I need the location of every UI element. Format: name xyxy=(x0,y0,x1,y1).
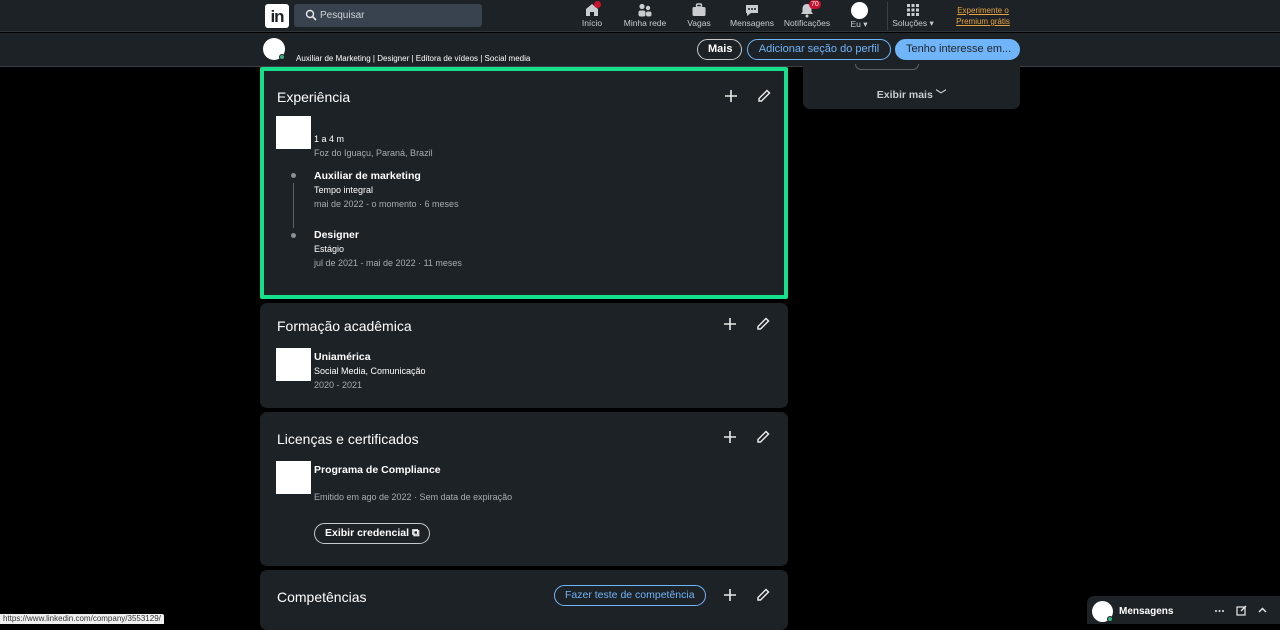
status-bar-url: https://www.linkedin.com/company/3553129… xyxy=(0,614,164,624)
show-more-label: Exibir mais xyxy=(876,89,933,101)
compose-icon[interactable] xyxy=(1236,605,1247,616)
nav-network-label: Minha rede xyxy=(623,18,667,28)
experience-section: Experiência 1 a 4 m Foz do Iguaçu, Paran… xyxy=(260,67,788,299)
premium-link[interactable]: Experimente o Premium grátis xyxy=(950,5,1016,27)
profile-headline: Auxiliar de Marketing | Designer | Edito… xyxy=(296,54,531,63)
chevron-up-icon[interactable] xyxy=(1257,605,1268,616)
role-type: Estágio xyxy=(314,244,345,254)
school-logo[interactable] xyxy=(276,348,311,381)
nav-me[interactable]: Eu ▾ xyxy=(845,2,873,30)
edit-icon[interactable] xyxy=(755,587,771,603)
nav-network[interactable]: Minha rede xyxy=(622,2,668,30)
briefcase-icon xyxy=(692,3,706,16)
school-name[interactable]: Uniamérica xyxy=(314,351,371,363)
skills-section: Competências Fazer teste de competência xyxy=(260,570,788,630)
certificate-issuer-logo[interactable] xyxy=(276,461,311,494)
add-icon[interactable] xyxy=(722,429,738,445)
show-credential-label: Exibir credencial xyxy=(325,527,410,539)
timeline-dot xyxy=(291,233,296,238)
search-input[interactable] xyxy=(320,6,470,25)
role-type: Tempo integral xyxy=(314,185,374,195)
role-title[interactable]: Designer xyxy=(314,229,359,241)
chevron-down-icon: ▾ xyxy=(929,18,934,28)
online-status-dot xyxy=(1107,616,1113,622)
education-years: 2020 - 2021 xyxy=(314,380,363,390)
top-nav: in Início Minha rede Vagas Mensagens 70 … xyxy=(0,0,1280,32)
profile-sticky-bar: Auxiliar de Marketing | Designer | Edito… xyxy=(0,33,1280,67)
certificate-issued: Emitido em ago de 2022 · Sem data de exp… xyxy=(314,492,513,502)
nav-notifications-label: Notificações xyxy=(783,18,831,28)
chevron-down-icon: ▾ xyxy=(863,19,868,29)
experience-location: Foz do Iguaçu, Paraná, Brazil xyxy=(314,148,433,158)
timeline-line xyxy=(293,183,294,228)
licenses-title: Licenças e certificados xyxy=(277,431,419,447)
search-icon xyxy=(305,9,317,21)
open-to-button[interactable]: Tenho interesse em... xyxy=(895,39,1020,60)
show-credential-button[interactable]: Exibir credencial ⧉ xyxy=(314,523,431,544)
experience-total-duration: 1 a 4 m xyxy=(314,134,345,144)
nav-divider xyxy=(887,2,888,30)
skill-test-button[interactable]: Fazer teste de competência xyxy=(554,585,706,606)
edit-icon[interactable] xyxy=(756,88,772,104)
external-link-icon: ⧉ xyxy=(411,527,420,539)
nav-notifications[interactable]: 70 Notificações xyxy=(783,0,831,30)
nav-solutions[interactable]: Soluções ▾ xyxy=(891,2,935,30)
nav-solutions-label: Soluções xyxy=(892,18,928,28)
add-icon[interactable] xyxy=(722,587,738,603)
online-status-dot xyxy=(279,54,285,60)
nav-me-label: Eu xyxy=(850,19,861,29)
nav-messaging[interactable]: Mensagens xyxy=(730,2,774,30)
company-logo[interactable] xyxy=(276,116,311,149)
role-period: mai de 2022 - o momento · 6 meses xyxy=(314,199,459,209)
add-icon[interactable] xyxy=(722,316,738,332)
sidebar-card: Exibir mais ﹀ xyxy=(803,64,1020,109)
experience-title: Experiência xyxy=(277,89,351,105)
role-period: jul de 2021 - mai de 2022 · 11 meses xyxy=(314,258,462,268)
timeline-dot xyxy=(291,173,296,178)
more-options-icon[interactable] xyxy=(1214,605,1225,616)
home-dot xyxy=(594,1,601,8)
messaging-title[interactable]: Mensagens xyxy=(1119,606,1173,617)
role-title[interactable]: Auxiliar de marketing xyxy=(314,170,421,182)
grid-icon xyxy=(907,4,919,16)
linkedin-logo[interactable]: in xyxy=(265,4,289,28)
notification-badge: 70 xyxy=(809,0,821,9)
add-icon[interactable] xyxy=(723,88,739,104)
education-section: Formação acadêmica Uniamérica Social Med… xyxy=(260,303,788,408)
education-title: Formação acadêmica xyxy=(277,318,412,334)
network-icon xyxy=(638,3,652,17)
skills-title: Competências xyxy=(277,589,367,605)
education-field: Social Media, Comunicação xyxy=(314,366,426,376)
nav-home-label: Início xyxy=(581,18,603,28)
chevron-down-icon: ﹀ xyxy=(935,89,947,101)
avatar xyxy=(850,2,868,19)
add-profile-section-button[interactable]: Adicionar seção do perfil xyxy=(747,39,891,60)
sidebar-button-stub xyxy=(855,64,919,70)
messaging-icon xyxy=(746,5,758,16)
nav-home[interactable]: Início xyxy=(576,1,608,30)
search-box[interactable] xyxy=(294,4,482,27)
messaging-dock[interactable]: Mensagens xyxy=(1087,596,1280,624)
show-more-button[interactable]: Exibir mais ﹀ xyxy=(803,87,1020,102)
certificate-name: Programa de Compliance xyxy=(314,464,441,476)
nav-jobs-label: Vagas xyxy=(687,18,711,28)
edit-icon[interactable] xyxy=(755,316,771,332)
licenses-section: Licenças e certificados Programa de Comp… xyxy=(260,412,788,566)
more-button[interactable]: Mais xyxy=(697,39,742,60)
nav-messaging-label: Mensagens xyxy=(730,18,774,28)
nav-jobs[interactable]: Vagas xyxy=(684,2,714,30)
edit-icon[interactable] xyxy=(755,429,771,445)
